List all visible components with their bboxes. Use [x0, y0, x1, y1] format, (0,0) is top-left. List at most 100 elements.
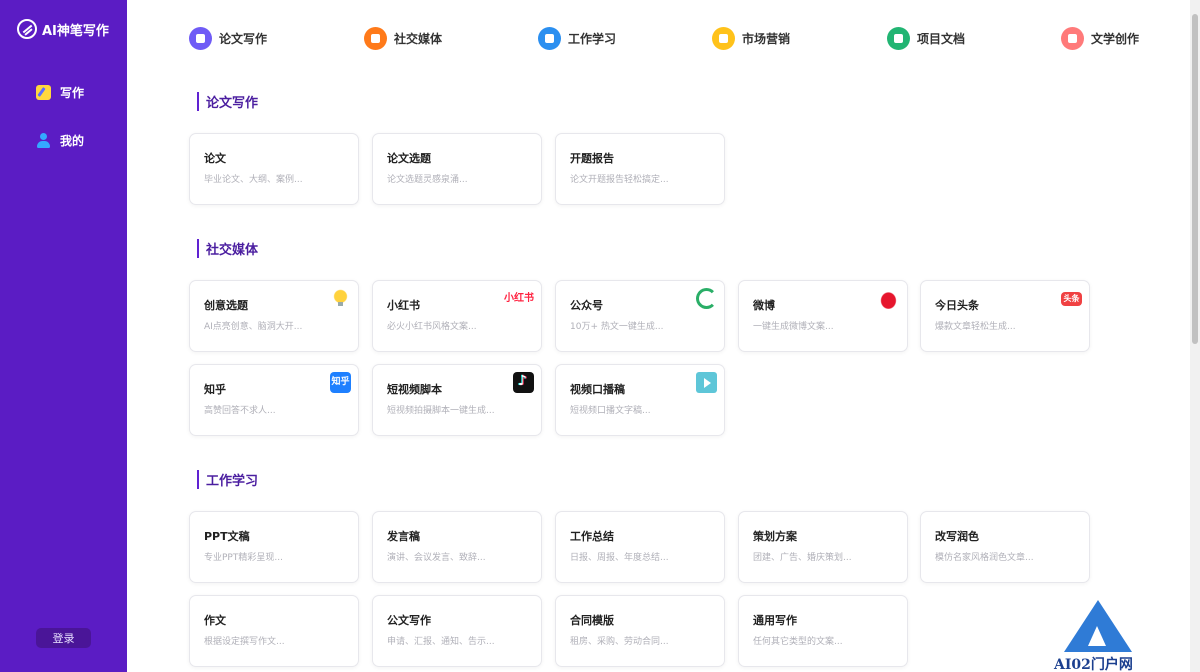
tool-card[interactable]: 合同模版 租房、采购、劳动合同...	[555, 595, 725, 667]
card-desc: 根据设定撰写作文...	[204, 637, 285, 647]
xiaohongshu-logo-icon: 小红书	[504, 293, 534, 304]
lightbulb-icon	[330, 288, 351, 309]
card-desc: 演讲、会议发言、致辞...	[387, 553, 486, 563]
card-title: 视频口播稿	[570, 383, 625, 396]
scrollbar-thumb[interactable]	[1192, 14, 1198, 344]
tool-card[interactable]: 小红书 必火小红书风格文案... 小红书	[372, 280, 542, 352]
brand-name: AI神笔写作	[42, 23, 109, 39]
card-title: 小红书	[387, 299, 420, 312]
card-title: 论文	[204, 152, 226, 165]
card-desc: 团建、广告、婚庆策划...	[753, 553, 852, 563]
vertical-scrollbar[interactable]	[1190, 0, 1200, 672]
toutiao-icon: 头条	[1061, 292, 1082, 306]
card-title: 合同模版	[570, 614, 614, 627]
section-marker	[197, 239, 199, 258]
music-note-icon	[364, 27, 387, 50]
notepad-icon	[36, 84, 51, 100]
card-title: 公文写作	[387, 614, 431, 627]
tool-card[interactable]: 短视频脚本 短视频拍摄脚本一键生成...	[372, 364, 542, 436]
tab-label: 论文写作	[219, 32, 268, 46]
tab-label: 项目文档	[917, 32, 966, 46]
card-title: PPT文稿	[204, 530, 250, 543]
card-desc: 申请、汇报、通知、告示...	[387, 637, 495, 647]
tool-card[interactable]: 策划方案 团建、广告、婚庆策划...	[738, 511, 908, 583]
tab-thesis-writing[interactable]: 论文写作	[189, 27, 267, 50]
card-title: 短视频脚本	[387, 383, 442, 396]
section-title-text: 论文写作	[206, 96, 259, 111]
card-desc: 一键生成微博文案...	[753, 322, 834, 332]
tab-project-docs[interactable]: 项目文档	[887, 27, 965, 50]
tool-card[interactable]: 今日头条 爆款文章轻松生成... 头条	[920, 280, 1090, 352]
douyin-icon	[513, 372, 534, 393]
login-button[interactable]: 登录	[36, 628, 91, 648]
tab-literary-creation[interactable]: 文学创作	[1061, 27, 1139, 50]
tab-label: 社交媒体	[394, 32, 443, 46]
lightbulb-icon	[1061, 27, 1084, 50]
tool-card[interactable]: 公众号 10万+ 热文一键生成...	[555, 280, 725, 352]
card-desc: 论文选题灵感泉涌...	[387, 175, 468, 185]
category-nav: 论文写作 社交媒体 工作学习 市场营销 项目文档 文学创作	[189, 27, 1149, 51]
card-title: 工作总结	[570, 530, 614, 543]
sidebar: AI神笔写作 写作 我的 登录	[0, 0, 127, 672]
sidebar-item-mine[interactable]: 我的	[36, 130, 84, 150]
card-desc: 租房、采购、劳动合同...	[570, 637, 669, 647]
tab-label: 市场营销	[742, 32, 791, 46]
tab-work-study[interactable]: 工作学习	[538, 27, 616, 50]
sidebar-item-write[interactable]: 写作	[36, 82, 84, 102]
folder-icon	[887, 27, 910, 50]
zhihu-icon: 知乎	[330, 372, 351, 393]
card-desc: 短视频口播文字稿...	[570, 406, 651, 416]
tool-card[interactable]: 微博 一键生成微博文案...	[738, 280, 908, 352]
card-title: 作文	[204, 614, 226, 627]
card-title: 知乎	[204, 383, 226, 396]
card-desc: 模仿名家风格润色文章...	[935, 553, 1034, 563]
tool-card[interactable]: 创意选题 AI点亮创意、脑洞大开...	[189, 280, 359, 352]
briefcase-icon	[538, 27, 561, 50]
section-title-text: 工作学习	[206, 474, 259, 489]
tool-card[interactable]: 论文 毕业论文、大纲、案例...	[189, 133, 359, 205]
sidebar-item-label: 我的	[60, 133, 85, 148]
card-desc: 毕业论文、大纲、案例...	[204, 175, 303, 185]
section-title: 社交媒体	[197, 239, 258, 258]
video-tv-icon	[696, 372, 717, 393]
card-title: 开题报告	[570, 152, 614, 165]
card-title: 改写润色	[935, 530, 979, 543]
card-desc: 短视频拍摄脚本一键生成...	[387, 406, 495, 416]
wechat-official-icon	[696, 288, 717, 309]
brand[interactable]: AI神笔写作	[17, 19, 109, 39]
tool-card[interactable]: 公文写作 申请、汇报、通知、告示...	[372, 595, 542, 667]
watermark-text: AI02门户网	[1054, 657, 1133, 672]
tab-social-media[interactable]: 社交媒体	[364, 27, 442, 50]
user-icon	[36, 132, 51, 148]
section-title: 论文写作	[197, 92, 258, 111]
tool-card[interactable]: 发言稿 演讲、会议发言、致辞...	[372, 511, 542, 583]
tab-marketing[interactable]: 市场营销	[712, 27, 790, 50]
card-title: 创意选题	[204, 299, 248, 312]
card-title: 发言稿	[387, 530, 420, 543]
section-marker	[197, 470, 199, 489]
pen-logo-icon	[17, 19, 37, 39]
card-desc: 专业PPT精彩呈现...	[204, 553, 283, 563]
tool-card[interactable]: 工作总结 日报、周报、年度总结...	[555, 511, 725, 583]
tool-card[interactable]: 视频口播稿 短视频口播文字稿...	[555, 364, 725, 436]
weibo-icon	[879, 288, 900, 309]
tool-card[interactable]: 知乎 高赞回答不求人... 知乎	[189, 364, 359, 436]
card-title: 今日头条	[935, 299, 979, 312]
tool-card[interactable]: 改写润色 模仿名家风格润色文章...	[920, 511, 1090, 583]
card-desc: 论文开题报告轻松搞定...	[570, 175, 669, 185]
tool-card[interactable]: 通用写作 任何其它类型的文案...	[738, 595, 908, 667]
card-desc: 任何其它类型的文案...	[753, 637, 843, 647]
tool-card[interactable]: 论文选题 论文选题灵感泉涌...	[372, 133, 542, 205]
tool-card[interactable]: 作文 根据设定撰写作文...	[189, 595, 359, 667]
tool-card[interactable]: 开题报告 论文开题报告轻松搞定...	[555, 133, 725, 205]
section-marker	[197, 92, 199, 111]
card-desc: 必火小红书风格文案...	[387, 322, 477, 332]
sidebar-nav: 写作 我的	[36, 82, 84, 178]
card-desc: 爆款文章轻松生成...	[935, 322, 1016, 332]
card-desc: 10万+ 热文一键生成...	[570, 322, 664, 332]
section-title-text: 社交媒体	[206, 243, 259, 258]
watermark: AI02门户网	[1052, 600, 1152, 672]
card-title: 公众号	[570, 299, 603, 312]
tool-card[interactable]: PPT文稿 专业PPT精彩呈现...	[189, 511, 359, 583]
card-desc: 日报、周报、年度总结...	[570, 553, 669, 563]
